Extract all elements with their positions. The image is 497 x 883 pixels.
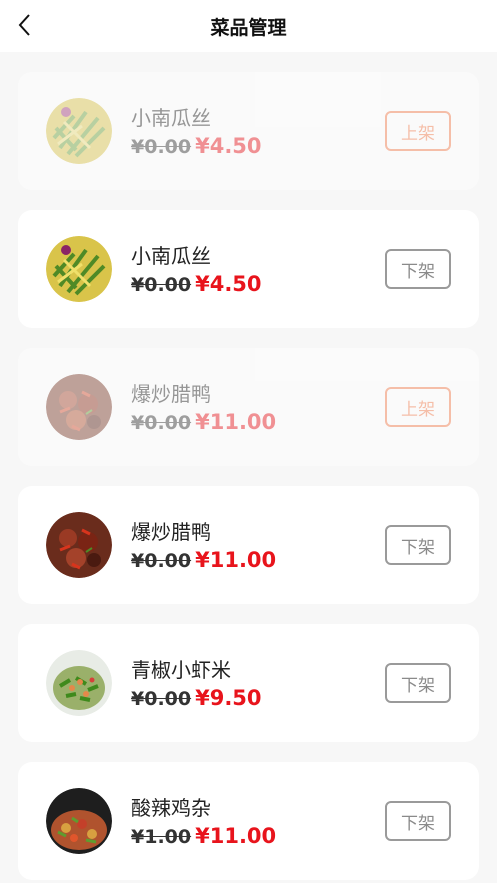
sale-price: ¥9.50 [195, 686, 262, 710]
original-price: ¥0.00 [131, 688, 192, 710]
dish-prices: ¥0.00 ¥9.50 [131, 686, 262, 710]
original-price: ¥0.00 [131, 412, 192, 434]
dish-name: 青椒小虾米 [131, 658, 231, 682]
dish-card: 青椒小虾米 ¥0.00 ¥9.50 下架 [18, 624, 479, 742]
dish-card: 小南瓜丝 ¥0.00 ¥4.50 下架 [18, 210, 479, 328]
sale-price: ¥4.50 [195, 272, 262, 296]
take-off-shelf-button[interactable]: 下架 [385, 525, 451, 565]
original-price: ¥0.00 [131, 136, 192, 158]
original-price: ¥0.00 [131, 550, 192, 572]
dish-prices: ¥0.00 ¥11.00 [131, 410, 276, 434]
dish-card: 小南瓜丝 ¥0.00 ¥4.50 上架 [18, 72, 479, 190]
dish-card: 爆炒腊鸭 ¥0.00 ¥11.00 上架 [18, 348, 479, 466]
top-nav-bar: 菜品管理 [0, 0, 497, 52]
chevron-left-icon [18, 14, 30, 36]
dish-prices: ¥0.00 ¥4.50 [131, 134, 262, 158]
dish-name: 爆炒腊鸭 [131, 520, 211, 544]
dish-image-spicy-chicken-giblets [46, 788, 112, 854]
dish-prices: ¥0.00 ¥4.50 [131, 272, 262, 296]
dish-card: 酸辣鸡杂 ¥1.00 ¥11.00 下架 [18, 762, 479, 880]
dish-image-stir-fried-duck [46, 512, 112, 578]
dish-prices: ¥0.00 ¥11.00 [131, 548, 276, 572]
sale-price: ¥11.00 [195, 410, 277, 434]
back-button[interactable] [12, 12, 38, 38]
take-off-shelf-button[interactable]: 下架 [385, 801, 451, 841]
put-on-shelf-button[interactable]: 上架 [385, 111, 451, 151]
take-off-shelf-button[interactable]: 下架 [385, 663, 451, 703]
dish-image-shredded-pumpkin [46, 236, 112, 302]
sale-price: ¥11.00 [195, 548, 277, 572]
original-price: ¥1.00 [131, 826, 192, 848]
original-price: ¥0.00 [131, 274, 192, 296]
dish-image-shredded-pumpkin [46, 98, 112, 164]
put-on-shelf-button[interactable]: 上架 [385, 387, 451, 427]
dish-name: 小南瓜丝 [131, 106, 211, 130]
dish-prices: ¥1.00 ¥11.00 [131, 824, 276, 848]
page-title: 菜品管理 [210, 16, 287, 39]
take-off-shelf-button[interactable]: 下架 [385, 249, 451, 289]
dish-image-pepper-shrimp [46, 650, 112, 716]
sale-price: ¥11.00 [195, 824, 277, 848]
dish-name: 爆炒腊鸭 [131, 382, 211, 406]
dish-image-stir-fried-duck [46, 374, 112, 440]
dish-card: 爆炒腊鸭 ¥0.00 ¥11.00 下架 [18, 486, 479, 604]
dish-name: 小南瓜丝 [131, 244, 211, 268]
dish-name: 酸辣鸡杂 [131, 796, 211, 820]
sale-price: ¥4.50 [195, 134, 262, 158]
